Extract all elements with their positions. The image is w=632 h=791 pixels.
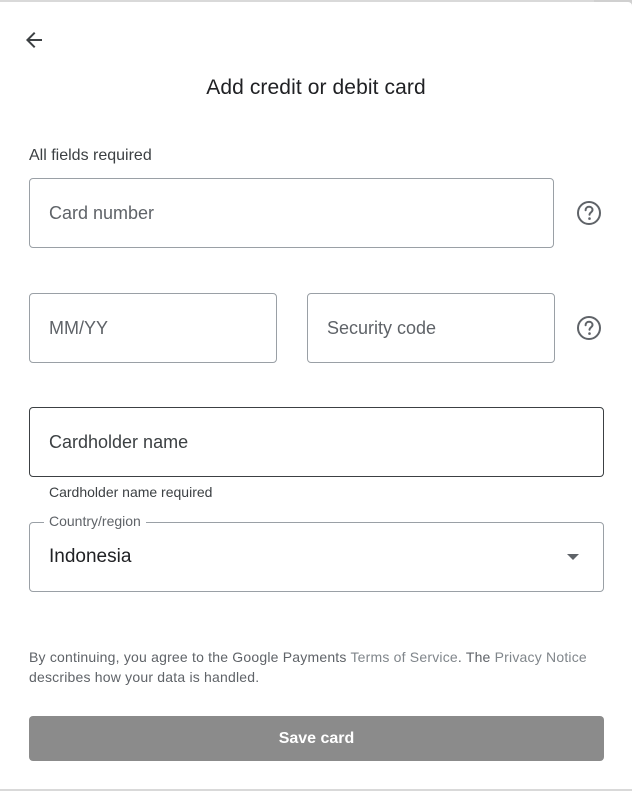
help-circle-icon: [577, 316, 601, 340]
required-fields-note: All fields required: [29, 147, 152, 164]
country-select[interactable]: Country/region Indonesia: [29, 513, 604, 592]
security-code-placeholder: Security code: [327, 317, 437, 338]
legal-text-middle: . The: [457, 649, 495, 665]
chevron-down-icon: [567, 554, 579, 560]
legal-text: By continuing, you agree to the Google P…: [29, 647, 599, 687]
cardholder-name-input[interactable]: Cardholder name: [29, 407, 604, 477]
back-button[interactable]: [18, 24, 50, 56]
terms-of-service-link[interactable]: Terms of Service: [350, 649, 457, 665]
save-card-button[interactable]: Save card: [29, 716, 604, 761]
expiry-input[interactable]: MM/YY: [29, 293, 277, 363]
country-value: Indonesia: [49, 546, 132, 567]
security-code-input[interactable]: Security code: [307, 293, 555, 363]
help-circle-icon: [577, 201, 601, 225]
card-number-help-button[interactable]: [574, 198, 604, 228]
country-label: Country/region: [44, 513, 146, 529]
card-number-input[interactable]: Card number: [29, 178, 554, 248]
cardholder-name-placeholder: Cardholder name: [49, 431, 189, 452]
arrow-left-icon: [26, 32, 42, 48]
page-title: Add credit or debit card: [206, 76, 426, 99]
expiry-placeholder: MM/YY: [49, 317, 109, 338]
card-number-placeholder: Card number: [49, 202, 155, 223]
privacy-notice-link[interactable]: Privacy Notice: [495, 649, 587, 665]
legal-text-after: describes how your data is handled.: [29, 669, 260, 685]
cardholder-name-error: Cardholder name required: [49, 484, 213, 500]
legal-text-before: By continuing, you agree to the Google P…: [29, 649, 351, 665]
security-code-help-button[interactable]: [574, 313, 604, 343]
add-card-dialog: Add credit or debit card All fields requ…: [0, 2, 632, 789]
